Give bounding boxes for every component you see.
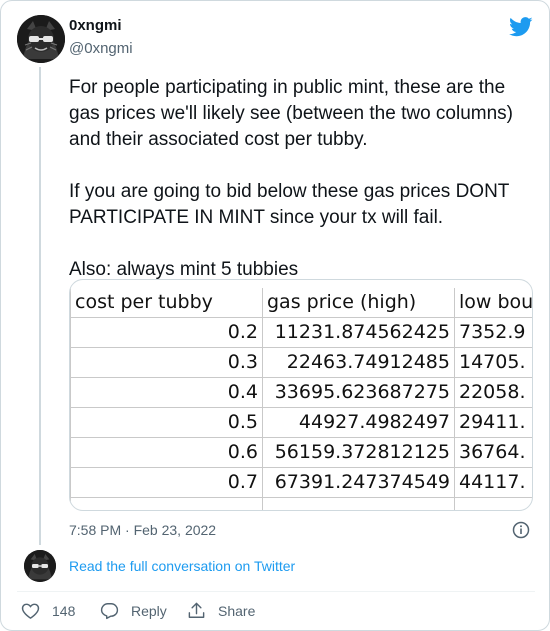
tweet-card: 0xngmi @0xngmi For people participating … xyxy=(0,0,550,631)
table-cell: 22058. xyxy=(455,378,532,408)
info-icon[interactable] xyxy=(512,521,530,539)
reply-button[interactable]: Reply xyxy=(100,601,167,620)
table-cell: 0.6 xyxy=(70,438,263,468)
twitter-bird-icon[interactable] xyxy=(509,17,533,37)
header-cell: cost per tubby xyxy=(70,288,263,318)
share-label: Share xyxy=(218,602,256,619)
table-row: 0.5 44927.4982497 29411. xyxy=(70,408,532,438)
table-cell: 0.3 xyxy=(70,348,263,378)
table-cell: 0.4 xyxy=(70,378,263,408)
reply-icon xyxy=(100,603,119,620)
divider xyxy=(17,591,535,592)
table-cell: 33695.623687275 xyxy=(263,378,455,408)
table-cell: 0.2 xyxy=(70,318,263,348)
header-cell: gas price (high) xyxy=(263,288,455,318)
spreadsheet-header-row: cost per tubby gas price (high) low bou xyxy=(70,288,532,318)
share-button[interactable]: Share xyxy=(187,601,255,620)
table-row: 0.2 11231.874562425 7352.9 xyxy=(70,318,532,348)
tweet-image[interactable]: cost per tubby gas price (high) low bou … xyxy=(69,279,533,511)
table-row: 0.7 67391.247374549 44117. xyxy=(70,468,532,498)
reply-label: Reply xyxy=(131,602,167,619)
table-cell xyxy=(455,498,532,510)
avatar[interactable] xyxy=(17,15,65,63)
table-cell: 56159.372812125 xyxy=(263,438,455,468)
table-cell: 14705. xyxy=(455,348,532,378)
table-cell xyxy=(70,498,263,510)
like-count: 148 xyxy=(52,602,76,619)
table-cell: 36764. xyxy=(455,438,532,468)
read-full-conversation-link[interactable]: Read the full conversation on Twitter xyxy=(69,558,295,574)
author-display-name[interactable]: 0xngmi xyxy=(69,17,122,34)
like-button[interactable]: 148 xyxy=(21,601,75,620)
table-row: 0.3 22463.74912485 14705. xyxy=(70,348,532,378)
table-cell: 7352.9 xyxy=(455,318,532,348)
table-cell: 29411. xyxy=(455,408,532,438)
small-avatar[interactable] xyxy=(24,550,56,582)
table-cell: 0.7 xyxy=(70,468,263,498)
share-icon xyxy=(188,602,205,618)
table-cell: 11231.874562425 xyxy=(263,318,455,348)
table-cell: 22463.74912485 xyxy=(263,348,455,378)
table-cell: 44117. xyxy=(455,468,532,498)
table-cell: 44927.4982497 xyxy=(263,408,455,438)
heart-icon xyxy=(21,603,40,619)
table-cell: 67391.247374549 xyxy=(263,468,455,498)
table-row-empty xyxy=(70,498,532,510)
author-handle[interactable]: @0xngmi xyxy=(69,40,133,57)
tweet-text: For people participating in public mint,… xyxy=(69,77,513,280)
table-cell: 0.5 xyxy=(70,408,263,438)
table-row: 0.6 56159.372812125 36764. xyxy=(70,438,532,468)
thread-line xyxy=(39,67,41,545)
table-row: 0.4 33695.623687275 22058. xyxy=(70,378,532,408)
header-cell: low bou xyxy=(455,288,532,318)
spreadsheet: cost per tubby gas price (high) low bou … xyxy=(70,288,532,510)
table-cell xyxy=(263,498,455,510)
tweet-timestamp[interactable]: 7:58 PM · Feb 23, 2022 xyxy=(69,522,216,538)
